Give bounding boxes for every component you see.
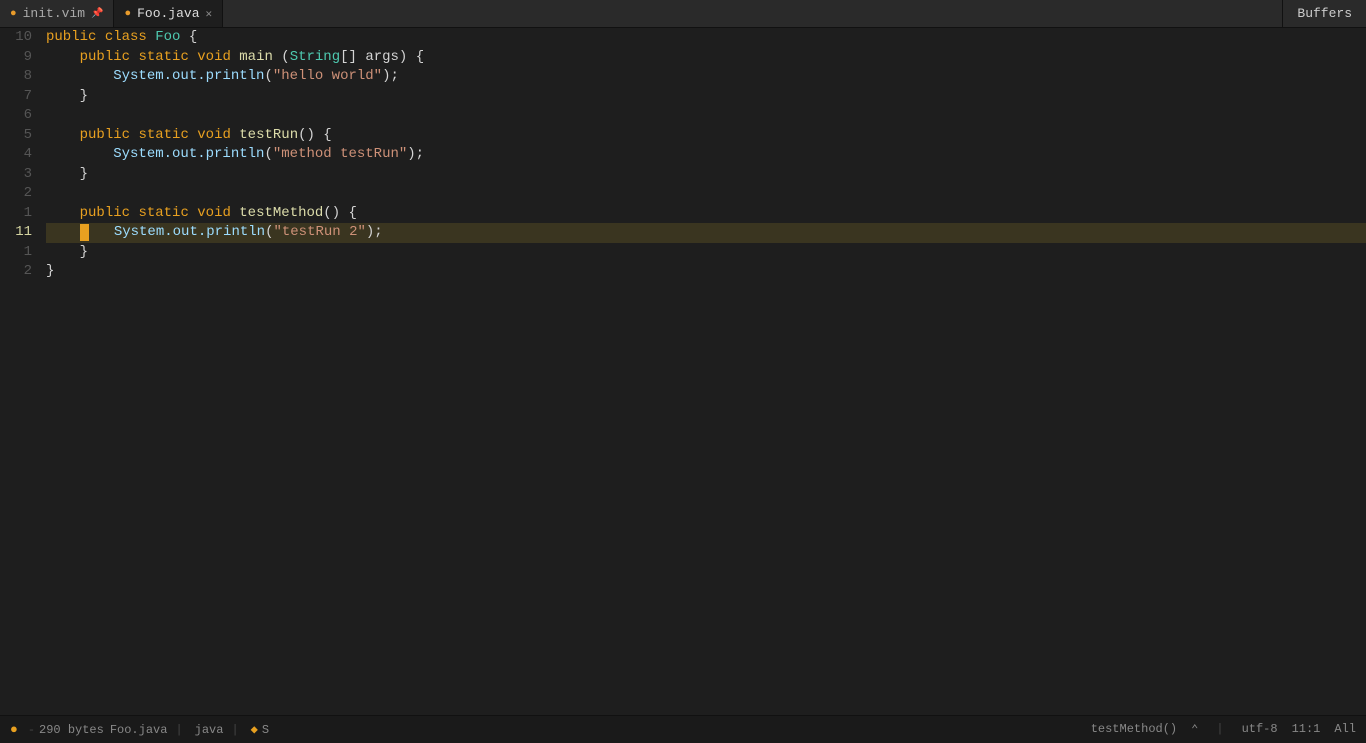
code-line-1: public static void testMethod() {	[46, 204, 1366, 224]
line-num-7: 7	[0, 87, 32, 107]
status-filename: Foo.java	[110, 723, 168, 737]
status-method: testMethod()	[1091, 722, 1177, 737]
tab-close-icon[interactable]: ✕	[206, 7, 213, 21]
code-line-close2: }	[46, 262, 1366, 282]
status-modified-icon: ●	[10, 722, 18, 737]
cursor	[80, 224, 89, 241]
code-line-7: }	[46, 87, 1366, 107]
code-line-10: public class Foo {	[46, 28, 1366, 48]
status-position: 11:1	[1292, 722, 1321, 737]
status-separator-3: |	[231, 723, 238, 737]
line-num-3: 3	[0, 165, 32, 185]
line-num-9: 9	[0, 48, 32, 68]
line-num-1: 1	[0, 204, 32, 224]
tab-foo-java[interactable]: ● Foo.java ✕	[114, 0, 223, 27]
buffers-label: Buffers	[1297, 6, 1352, 21]
status-diamond-icon: ◆	[251, 722, 258, 737]
code-line-11: System.out.println("testRun 2");	[46, 223, 1366, 243]
line-num-close2: 2	[0, 262, 32, 282]
tab-foo-java-label: Foo.java	[137, 6, 199, 21]
code-line-4: System.out.println("method testRun");	[46, 145, 1366, 165]
status-separator-enc: |	[1216, 722, 1223, 737]
code-area[interactable]: public class Foo { public static void ma…	[42, 28, 1366, 715]
status-bar: ● - 290 bytes Foo.java | java | ◆ S test…	[0, 715, 1366, 743]
line-num-6: 6	[0, 106, 32, 126]
status-encoding: utf-8	[1242, 722, 1278, 737]
status-circle-label: S	[262, 723, 269, 737]
code-line-close1: }	[46, 243, 1366, 263]
code-line-8: System.out.println("hello world");	[46, 67, 1366, 87]
line-num-close1: 1	[0, 243, 32, 263]
tab-active-icon: ●	[124, 8, 131, 20]
line-num-2: 2	[0, 184, 32, 204]
status-right: testMethod() ⌃ | utf-8 11:1 All	[1091, 722, 1356, 737]
tab-pin-icon: 📌	[91, 8, 103, 20]
status-flag: ⌃	[1191, 722, 1198, 737]
tab-modified-icon: ●	[10, 8, 17, 20]
tab-init-vim[interactable]: ● init.vim 📌	[0, 0, 114, 27]
code-line-2	[46, 184, 1366, 204]
line-num-5: 5	[0, 126, 32, 146]
code-line-6	[46, 106, 1366, 126]
line-numbers: 10 9 8 7 6 5 4 3 2 1 11 1 2	[0, 28, 42, 715]
status-bytes: 290 bytes	[39, 723, 104, 737]
tab-init-vim-label: init.vim	[23, 6, 85, 21]
code-line-3: }	[46, 165, 1366, 185]
code-line-5: public static void testRun() {	[46, 126, 1366, 146]
line-num-10: 10	[0, 28, 32, 48]
line-num-11: 11	[0, 223, 32, 243]
status-mode: All	[1334, 722, 1356, 737]
code-line-9: public static void main (String[] args) …	[46, 48, 1366, 68]
editor-area: 10 9 8 7 6 5 4 3 2 1 11 1 2 public class…	[0, 28, 1366, 715]
buffers-button[interactable]: Buffers	[1282, 0, 1366, 27]
status-filetype: java	[195, 723, 224, 737]
status-separator-1: -	[28, 723, 35, 737]
status-separator-2: |	[175, 723, 182, 737]
line-num-4: 4	[0, 145, 32, 165]
tab-bar: ● init.vim 📌 ● Foo.java ✕ Buffers	[0, 0, 1366, 28]
line-num-8: 8	[0, 67, 32, 87]
